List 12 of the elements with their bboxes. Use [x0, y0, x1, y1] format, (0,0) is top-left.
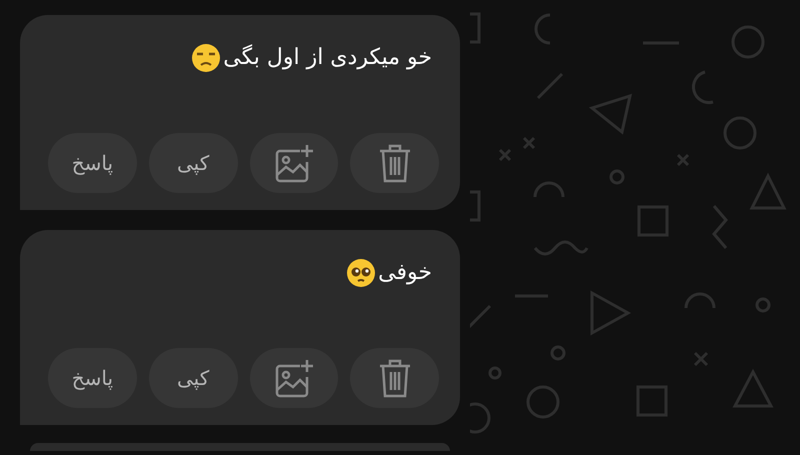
- trash-icon: [378, 358, 412, 398]
- pleading-face-icon: [346, 258, 376, 288]
- action-button[interactable]: پاسخ: [48, 133, 137, 193]
- add-image-icon: [274, 358, 314, 398]
- unamused-face-icon: [191, 43, 222, 73]
- action-button[interactable]: پاسخ: [48, 348, 137, 408]
- message-text: خوفی: [378, 259, 432, 287]
- add-image-icon: [274, 143, 314, 183]
- action-button[interactable]: کپی: [148, 348, 238, 408]
- trash-icon: [378, 143, 412, 183]
- message-text: خو میکردی از اول بگی: [223, 43, 432, 72]
- action-button[interactable]: کپی: [148, 133, 238, 193]
